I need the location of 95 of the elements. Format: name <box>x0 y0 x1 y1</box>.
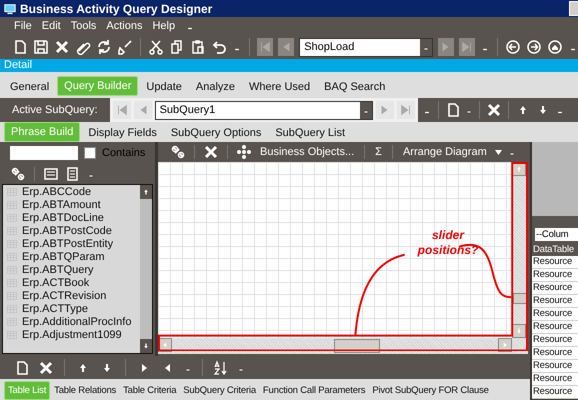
new-document-icon[interactable] <box>12 39 28 55</box>
table-icon <box>6 328 18 340</box>
new-document-icon[interactable] <box>14 360 30 376</box>
table-cell: Resource <box>532 360 578 373</box>
table-list-item[interactable]: Erp.ABCCode <box>3 185 140 198</box>
tab[interactable]: Table Relations <box>51 382 120 398</box>
table-list-item[interactable]: Erp.AdditionalProcInfo <box>3 315 140 328</box>
scrollbar-thumb[interactable] <box>334 339 380 353</box>
detail-bar: Detail <box>0 59 578 72</box>
tab[interactable]: Display Fields <box>82 124 163 142</box>
tab[interactable]: BAQ Search <box>318 78 392 96</box>
scrollbar-thumb[interactable] <box>513 293 527 304</box>
table-icon <box>6 276 18 288</box>
save-icon[interactable] <box>33 39 49 55</box>
undo-icon[interactable] <box>210 39 227 55</box>
search-field[interactable] <box>10 146 78 160</box>
table-icon <box>6 290 18 302</box>
table-cell: Resource <box>532 334 578 347</box>
link-icon[interactable] <box>10 166 26 182</box>
dropdown-caret-icon[interactable] <box>494 150 502 154</box>
business-objects-button[interactable]: Business Objects... <box>258 146 356 158</box>
menu-item[interactable]: File <box>14 20 32 32</box>
sum-button[interactable]: Σ <box>373 146 384 158</box>
menu-item[interactable]: Actions <box>106 20 142 32</box>
annotation-note: slider positions? <box>416 228 480 258</box>
tab[interactable]: Where Used <box>243 78 316 96</box>
subquery-combo[interactable]: SubQuery1 <box>154 100 373 120</box>
table-cell: Resource <box>532 295 578 308</box>
copy-icon[interactable] <box>168 39 185 55</box>
table-list-item[interactable]: Erp.ABTDocLine <box>3 211 140 224</box>
objects-icon[interactable] <box>236 144 252 160</box>
table-cell: Resource <box>532 321 578 334</box>
table-list-item[interactable]: Erp.ACTBook <box>3 276 140 289</box>
tab[interactable]: Pivot SubQuery FOR Clause <box>369 382 492 398</box>
app-icon <box>3 2 17 16</box>
table-list-item[interactable]: Erp.ABTAmount <box>3 198 140 211</box>
tab[interactable]: Update <box>140 78 188 96</box>
column-header: DataTable <box>532 243 578 256</box>
tab[interactable]: SubQuery Options <box>164 124 268 142</box>
tab[interactable]: Analyze <box>190 78 242 96</box>
table-icon <box>6 238 18 250</box>
table-cell: Resource <box>532 256 578 269</box>
column-combo[interactable]: --Colum <box>535 228 578 241</box>
refresh-icon[interactable] <box>96 39 112 55</box>
tab[interactable]: Function Call Parameters <box>260 382 368 398</box>
contains-label: Contains <box>102 147 146 159</box>
home-icon[interactable] <box>547 39 563 55</box>
cut-icon[interactable] <box>148 39 164 55</box>
forward-icon[interactable] <box>526 39 542 55</box>
delete-icon[interactable] <box>54 39 70 55</box>
table-cell: Resource <box>532 308 578 321</box>
table-icon <box>6 264 18 276</box>
table-list-item[interactable]: Erp.ABTQuery <box>3 263 140 276</box>
table-icon <box>6 198 18 210</box>
paste-icon[interactable] <box>190 39 206 55</box>
sort-icon[interactable] <box>213 360 229 376</box>
table-list-item[interactable]: Erp.ABTPostCode <box>3 224 140 237</box>
table-icon <box>6 224 18 236</box>
scroll-down-button[interactable] <box>512 324 526 338</box>
table-list-item[interactable]: Erp.Adjustment1099 <box>3 328 140 341</box>
brush-icon[interactable] <box>117 39 133 55</box>
table-icon <box>6 186 18 198</box>
delete-icon[interactable] <box>486 102 502 118</box>
table-icon <box>6 250 18 262</box>
tab[interactable]: SubQuery Criteria <box>180 382 259 398</box>
table-cell: Resource <box>532 347 578 360</box>
back-icon[interactable] <box>505 39 521 55</box>
table-icon <box>6 316 18 328</box>
table-cell: Resource <box>532 269 578 282</box>
arrange-diagram-button[interactable]: Arrange Diagram <box>400 146 489 158</box>
table-list-item[interactable]: Erp.ACTRevision <box>3 289 140 302</box>
table-cell: Resource <box>532 386 578 399</box>
scrollbar[interactable] <box>140 185 152 353</box>
menu-item[interactable]: Edit <box>42 20 61 32</box>
table-icon <box>6 212 18 224</box>
menu-item[interactable]: Tools <box>70 20 96 32</box>
active-subquery-label: Active SubQuery: <box>11 104 99 116</box>
record-combo[interactable]: ShopLoad <box>299 38 433 56</box>
table-list-item[interactable]: Erp.ACTType <box>3 302 140 315</box>
table-icon <box>6 302 18 314</box>
table-cell: Resource <box>532 282 578 295</box>
table-cell: Resource <box>532 373 578 386</box>
tab[interactable]: SubQuery List <box>269 124 352 142</box>
horizontal-scrollbar[interactable] <box>158 338 512 354</box>
tab[interactable]: General <box>4 78 56 96</box>
delete-icon[interactable] <box>38 360 54 376</box>
table-list-item[interactable]: Erp.ABTPostEntity <box>3 237 140 250</box>
link-icon[interactable] <box>170 144 186 160</box>
menu-item[interactable]: Help <box>152 20 176 32</box>
scroll-right-button[interactable] <box>498 338 512 352</box>
window-title: Business Activity Query Designer <box>20 2 214 16</box>
tab[interactable]: Table Criteria <box>120 382 180 398</box>
contains-checkbox[interactable] <box>84 147 96 159</box>
table-list-item[interactable]: Erp.ABTQParam <box>3 250 140 263</box>
delete-icon[interactable] <box>203 144 219 160</box>
